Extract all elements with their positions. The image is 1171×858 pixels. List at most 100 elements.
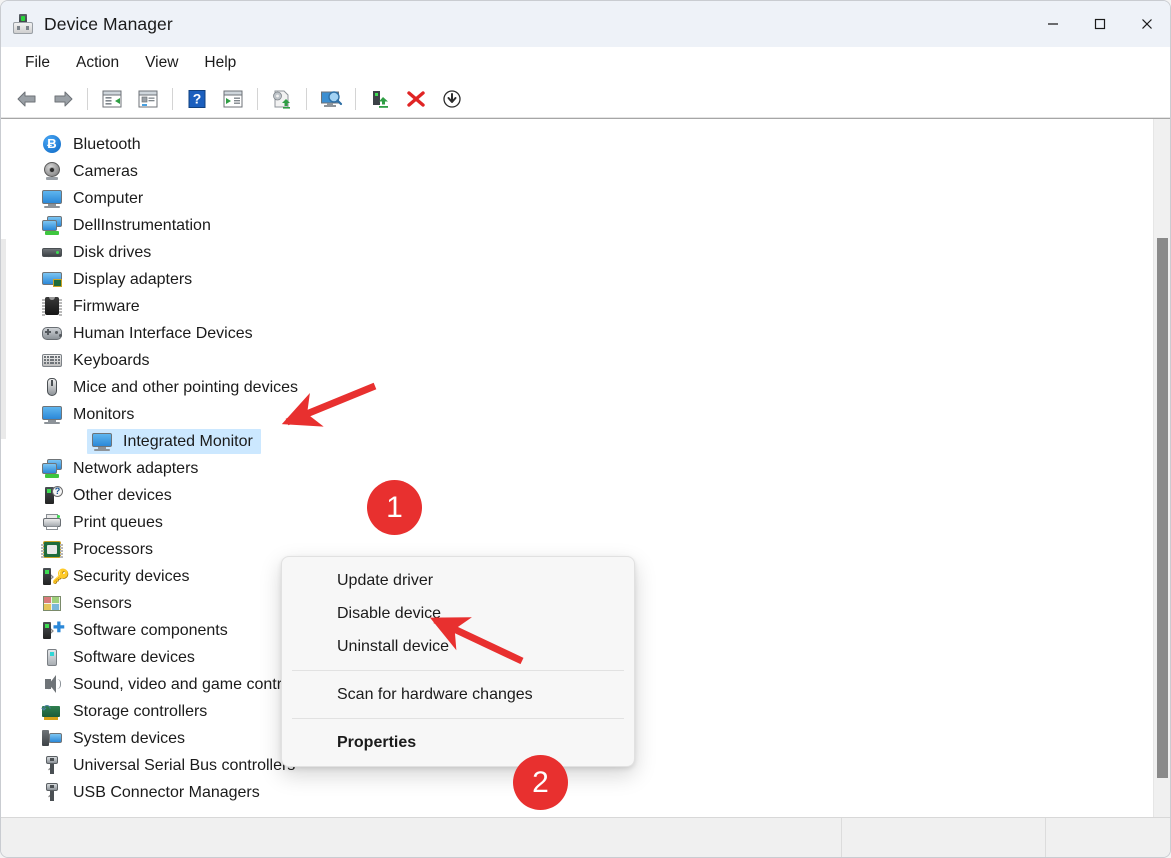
network-computers-icon [41, 215, 63, 236]
tree-item-label: Network adapters [73, 459, 199, 477]
tree-item-label: USB Connector Managers [73, 783, 260, 801]
show-hide-action-pane-icon[interactable] [217, 84, 249, 114]
security-device-icon: 🔑 [41, 566, 69, 587]
forward-icon[interactable] [47, 84, 79, 114]
update-driver-icon[interactable] [266, 84, 298, 114]
bluetooth-icon: Ƀ [41, 134, 63, 155]
scan-for-hardware-changes-icon[interactable] [315, 84, 347, 114]
device-tree-panel: Ƀ Bluetooth Cameras Computer DellInstrumenta… [1, 118, 1170, 817]
menu-action[interactable]: Action [66, 51, 129, 75]
context-menu-separator [292, 718, 624, 719]
toolbar-separator [87, 87, 88, 110]
tree-item-display-adapters[interactable]: Display adapters [1, 266, 1170, 293]
network-computers-icon [41, 458, 63, 479]
help-icon[interactable]: ? [181, 84, 213, 114]
minimize-button[interactable] [1029, 1, 1076, 47]
properties-icon[interactable] [132, 84, 164, 114]
uninstall-device-icon[interactable] [400, 84, 432, 114]
title-bar: Device Manager [1, 1, 1170, 47]
menu-help[interactable]: Help [194, 51, 246, 75]
menu-file[interactable]: File [15, 51, 60, 75]
context-menu-separator [292, 670, 624, 671]
window-controls [1029, 1, 1170, 47]
mouse-icon [41, 377, 63, 398]
status-pane-tertiary [1046, 818, 1170, 857]
toolbar-separator [172, 87, 173, 110]
device-manager-screen: Device Manager File Action View Help ? Ƀ… [0, 0, 1171, 858]
close-button[interactable] [1123, 1, 1170, 47]
software-component-icon: ✚ [41, 620, 65, 641]
tree-item-label: Human Interface Devices [73, 324, 253, 342]
toolbar-separator [306, 87, 307, 110]
context-menu-item-update-driver[interactable]: Update driver [282, 564, 634, 597]
tree-item-label: Storage controllers [73, 702, 208, 720]
tree-item-label: Monitors [73, 405, 135, 423]
toolbar-separator [257, 87, 258, 110]
tree-item-label: Disk drives [73, 243, 152, 261]
window-title: Device Manager [44, 13, 173, 34]
tree-item-label: System devices [73, 729, 186, 747]
tree-item-keyboards[interactable]: Keyboards [1, 347, 1170, 374]
tree-item-label: Processors [73, 540, 154, 558]
tree-item-label: Software devices [73, 648, 195, 666]
vertical-scrollbar[interactable] [1153, 119, 1170, 817]
annotation-badge-1: 1 [367, 480, 422, 535]
tree-item-label: Firmware [73, 297, 140, 315]
tree-item-computer[interactable]: Computer [1, 185, 1170, 212]
maximize-button[interactable] [1076, 1, 1123, 47]
vertical-scrollbar-thumb[interactable] [1157, 238, 1168, 778]
tree-item-label: Keyboards [73, 351, 150, 369]
annotation-badge-2: 2 [513, 755, 568, 810]
tree-item-other-devices[interactable]: ? Other devices [1, 482, 1170, 509]
toolbar-separator [355, 87, 356, 110]
tree-item-human-interface-devices[interactable]: Human Interface Devices [1, 320, 1170, 347]
usb-icon [41, 755, 63, 776]
system-device-icon [41, 728, 63, 749]
tree-item-label: Software components [73, 621, 228, 639]
tree-item-firmware[interactable]: Firmware [1, 293, 1170, 320]
menu-bar: File Action View Help [1, 47, 1170, 80]
disable-device-icon[interactable] [436, 84, 468, 114]
menu-view[interactable]: View [135, 51, 188, 75]
status-pane-main [1, 818, 842, 857]
tree-item-dellinstrumentation[interactable]: DellInstrumentation [1, 212, 1170, 239]
show-hide-console-tree-icon[interactable] [96, 84, 128, 114]
horizontal-scroll-strip[interactable] [1, 119, 7, 817]
back-icon[interactable] [11, 84, 43, 114]
unknown-device-icon: ? [41, 485, 63, 506]
tree-item-monitors[interactable]: Monitors [1, 401, 1170, 428]
device-manager-window: Device Manager File Action View Help ? Ƀ… [0, 0, 1171, 858]
device-manager-icon [12, 13, 34, 35]
tree-item-cameras[interactable]: Cameras [1, 158, 1170, 185]
storage-controller-icon: ↶ [41, 701, 63, 722]
tree-item-label: Security devices [73, 567, 190, 585]
tree-item-label: Integrated Monitor [123, 432, 253, 450]
tree-item-label: Display adapters [73, 270, 193, 288]
monitor-icon [41, 404, 63, 425]
context-menu-item-disable-device[interactable]: Disable device [282, 597, 634, 630]
context-menu-item-uninstall-device[interactable]: Uninstall device [282, 630, 634, 663]
speaker-icon [41, 674, 63, 695]
monitor-icon [91, 431, 113, 452]
toolbar: ? [1, 80, 1170, 118]
tree-item-usb-connector-managers[interactable]: USB Connector Managers [1, 779, 1170, 806]
enable-device-icon[interactable] [364, 84, 396, 114]
tree-item-disk-drives[interactable]: Disk drives [1, 239, 1170, 266]
tree-item-label: Computer [73, 189, 144, 207]
tree-item-network-adapters[interactable]: Network adapters [1, 455, 1170, 482]
status-bar [1, 817, 1170, 857]
tree-item-label: Print queues [73, 513, 163, 531]
usb-icon [41, 782, 63, 803]
tree-item-print-queues[interactable]: Print queues [1, 509, 1170, 536]
context-menu-item-scan-for-hardware-changes[interactable]: Scan for hardware changes [282, 678, 634, 711]
sensor-icon [41, 593, 63, 614]
printer-icon [41, 512, 63, 533]
tree-item-label: Universal Serial Bus controllers [73, 756, 296, 774]
firmware-chip-icon [41, 296, 63, 317]
software-device-icon [41, 647, 63, 668]
display-adapter-icon [41, 269, 63, 290]
tree-item-bluetooth[interactable]: Ƀ Bluetooth [1, 131, 1170, 158]
tree-item-integrated-monitor[interactable]: Integrated Monitor [1, 428, 1170, 455]
context-menu-item-properties[interactable]: Properties [282, 726, 634, 759]
tree-item-mice-and-other-pointing-devices[interactable]: Mice and other pointing devices [1, 374, 1170, 401]
